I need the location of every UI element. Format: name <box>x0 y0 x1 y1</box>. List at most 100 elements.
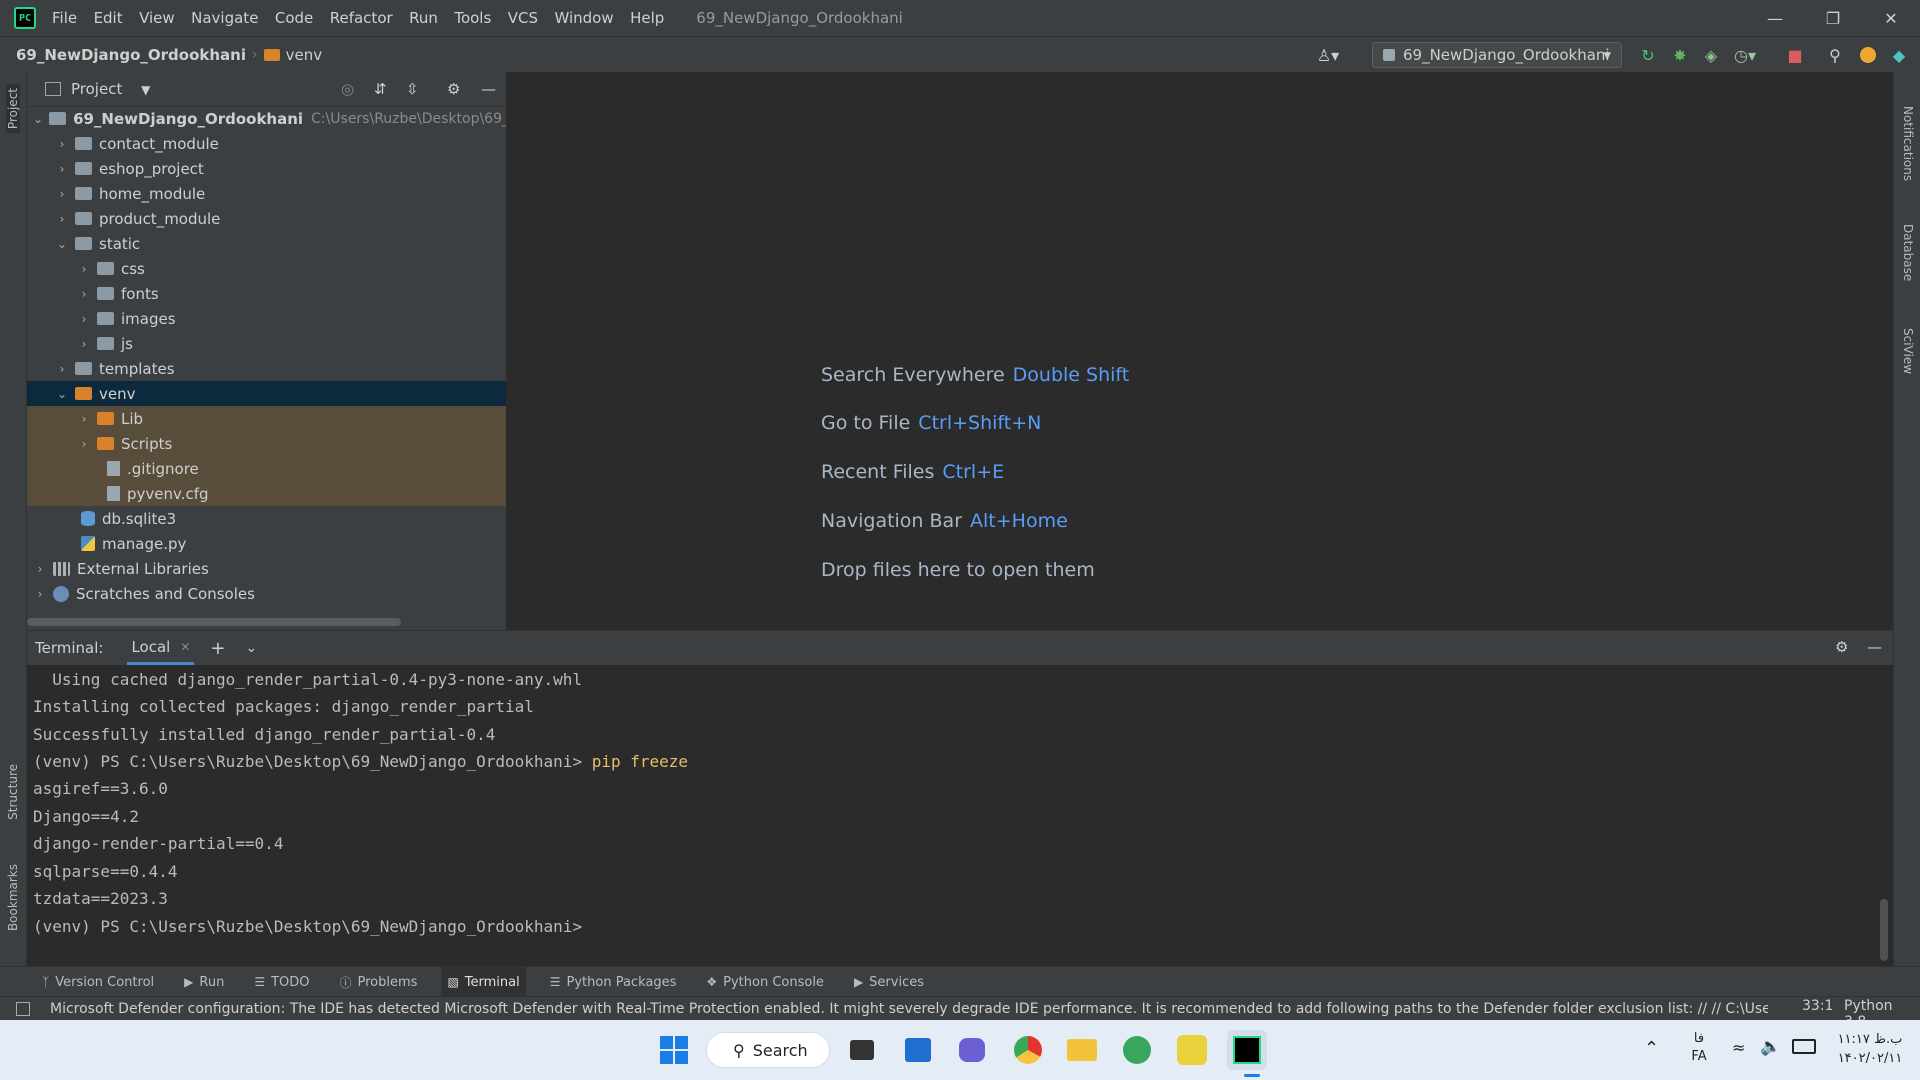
chevron-right-icon[interactable]: › <box>77 312 91 326</box>
chevron-down-icon[interactable]: ⌄ <box>246 640 258 656</box>
menu-run[interactable]: Run <box>409 9 438 27</box>
chevron-right-icon[interactable]: › <box>55 362 69 376</box>
language-indicator[interactable]: فا FA <box>1684 1030 1714 1066</box>
gear-icon[interactable]: ⚙ <box>447 80 460 98</box>
chevron-down-icon[interactable]: ⌄ <box>33 112 43 126</box>
tree-item-scratches[interactable]: › Scratches and Consoles <box>27 581 506 606</box>
tool-version-control[interactable]: ᛉ Version Control <box>36 967 160 997</box>
terminal-scrollbar[interactable] <box>1880 899 1888 961</box>
chevron-right-icon[interactable]: › <box>77 287 91 301</box>
tree-item-lib[interactable]: › Lib <box>27 406 506 431</box>
menu-vcs[interactable]: VCS <box>508 9 538 27</box>
chevron-right-icon[interactable]: › <box>77 337 91 351</box>
structure-tool-tab[interactable]: Structure <box>6 764 20 820</box>
task-view-icon[interactable] <box>842 1030 882 1070</box>
user-icon[interactable]: ♙▾ <box>1317 45 1339 65</box>
battery-icon[interactable] <box>1792 1039 1816 1054</box>
gear-icon[interactable]: ⚙ <box>1835 638 1848 656</box>
tool-problems[interactable]: ⓘ Problems <box>334 967 424 997</box>
new-tab-icon[interactable]: + <box>210 638 225 659</box>
kmplayer-icon[interactable] <box>1172 1030 1212 1070</box>
windows-start-icon[interactable] <box>654 1030 694 1070</box>
close-tab-icon[interactable]: ✕ <box>180 640 190 654</box>
tree-item-js[interactable]: › js <box>27 331 506 356</box>
tree-item-pyvenv-cfg[interactable]: pyvenv.cfg <box>27 481 506 506</box>
tree-item-css[interactable]: › css <box>27 256 506 281</box>
search-icon[interactable]: ⚲ <box>1825 45 1845 65</box>
project-view-select[interactable]: Project ▼ <box>71 80 150 98</box>
chevron-right-icon[interactable]: › <box>55 162 69 176</box>
teams-chat-icon[interactable] <box>952 1030 992 1070</box>
chrome-icon[interactable] <box>1008 1030 1048 1070</box>
update-icon[interactable] <box>1858 45 1878 65</box>
bookmarks-tool-tab[interactable]: Bookmarks <box>6 864 20 931</box>
menu-window[interactable]: Window <box>554 9 613 27</box>
tree-item-gitignore[interactable]: .gitignore <box>27 456 506 481</box>
chevron-right-icon[interactable]: › <box>33 587 47 601</box>
chevron-down-icon[interactable]: ⌄ <box>55 387 69 401</box>
profile-icon[interactable]: ◷▾ <box>1734 45 1756 65</box>
chevron-right-icon[interactable]: › <box>77 437 91 451</box>
chevron-right-icon[interactable]: › <box>77 262 91 276</box>
menu-edit[interactable]: Edit <box>94 9 123 27</box>
tool-services[interactable]: ▶ Services <box>848 967 930 997</box>
tree-item-eshop-project[interactable]: › eshop_project <box>27 156 506 181</box>
tree-root[interactable]: ⌄ 69_NewDjango_Ordookhani C:\Users\Ruzbe… <box>27 106 506 131</box>
expand-all-icon[interactable]: ⇵ <box>374 80 387 98</box>
chevron-right-icon[interactable]: › <box>55 187 69 201</box>
caret-position[interactable]: 33:1 <box>1794 998 1842 1014</box>
tool-run[interactable]: ▶ Run <box>178 967 230 997</box>
breadcrumb-project[interactable]: 69_NewDjango_Ordookhani <box>16 46 246 64</box>
terminal-tab-local[interactable]: Local ✕ <box>127 631 195 665</box>
status-toggle-icon[interactable] <box>16 1002 30 1016</box>
notifications-tool-tab[interactable]: Notifications <box>1901 106 1915 181</box>
debug-icon[interactable]: ✸ <box>1670 45 1690 65</box>
chevron-right-icon[interactable]: › <box>33 562 47 576</box>
globe-app-icon[interactable] <box>1117 1030 1157 1070</box>
coverage-icon[interactable]: ◈ <box>1701 45 1721 65</box>
pycharm-taskbar-icon[interactable] <box>1227 1030 1267 1070</box>
tool-terminal[interactable]: ▧ Terminal <box>441 967 526 997</box>
restore-icon[interactable]: ❐ <box>1804 0 1862 36</box>
menu-help[interactable]: Help <box>630 9 664 27</box>
close-icon[interactable]: ✕ <box>1862 0 1920 36</box>
file-explorer-icon[interactable] <box>1062 1030 1102 1070</box>
tree-item-images[interactable]: › images <box>27 306 506 331</box>
chevron-down-icon[interactable]: ⌄ <box>55 237 69 251</box>
hide-panel-icon[interactable]: — <box>481 80 496 98</box>
collapse-all-icon[interactable]: ⇳ <box>406 80 419 98</box>
menu-navigate[interactable]: Navigate <box>191 9 258 27</box>
tree-item-venv[interactable]: ⌄ venv <box>27 381 506 406</box>
tree-item-scripts[interactable]: › Scripts <box>27 431 506 456</box>
chevron-right-icon[interactable]: › <box>55 137 69 151</box>
rerun-icon[interactable]: ↻ <box>1638 45 1658 65</box>
tool-todo[interactable]: ☰ TODO <box>248 967 315 997</box>
hide-panel-icon[interactable]: — <box>1867 638 1882 656</box>
terminal-input-line[interactable]: (venv) PS C:\Users\Ruzbe\Desktop\69_NewD… <box>33 917 582 936</box>
sciview-tool-tab[interactable]: SciView <box>1901 328 1915 374</box>
tool-python-packages[interactable]: ☰ Python Packages <box>544 967 683 997</box>
tree-item-contact-module[interactable]: › contact_module <box>27 131 506 156</box>
minimize-icon[interactable]: — <box>1746 0 1804 36</box>
clock[interactable]: ۱۱:۱۷ ب.ظ ۱۴۰۲/۰۲/۱۱ <box>1832 1030 1908 1068</box>
tree-item-db-sqlite3[interactable]: db.sqlite3 <box>27 506 506 531</box>
status-message[interactable]: Microsoft Defender configuration: The ID… <box>50 1001 1768 1017</box>
menu-file[interactable]: File <box>52 9 77 27</box>
database-tool-tab[interactable]: Database <box>1901 224 1915 281</box>
jetbrains-icon[interactable]: ◆ <box>1889 45 1909 65</box>
tree-item-external-libraries[interactable]: › External Libraries <box>27 556 506 581</box>
menu-view[interactable]: View <box>139 9 175 27</box>
tree-item-product-module[interactable]: › product_module <box>27 206 506 231</box>
taskbar-search[interactable]: ⚲ Search <box>706 1032 830 1068</box>
project-tool-tab[interactable]: Project <box>6 84 20 134</box>
breadcrumb-folder[interactable]: venv <box>263 46 322 64</box>
menu-tools[interactable]: Tools <box>454 9 491 27</box>
tree-item-static[interactable]: ⌄ static <box>27 231 506 256</box>
locate-icon[interactable]: ◎ <box>341 80 354 98</box>
tree-item-fonts[interactable]: › fonts <box>27 281 506 306</box>
menu-refactor[interactable]: Refactor <box>330 9 393 27</box>
horizontal-scrollbar[interactable] <box>27 618 401 626</box>
chevron-up-icon[interactable]: ⌃ <box>1644 1038 1659 1059</box>
tree-item-home-module[interactable]: › home_module <box>27 181 506 206</box>
run-configuration-select[interactable]: 69_NewDjango_Ordookhani ▾ <box>1372 42 1622 68</box>
